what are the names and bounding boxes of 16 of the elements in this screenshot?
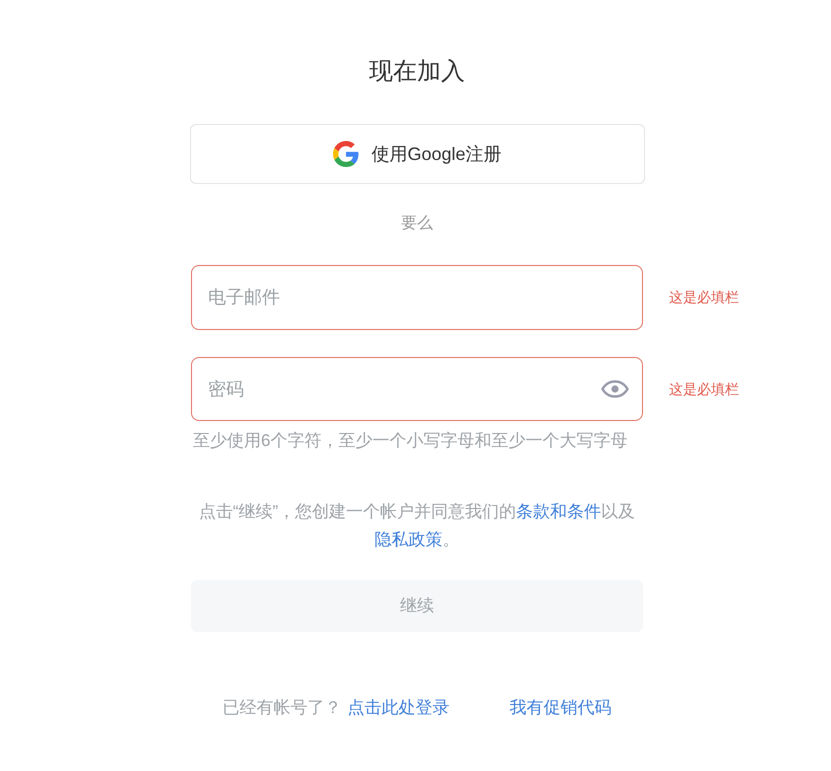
page-title: 现在加入 [368, 57, 466, 87]
error-message: 这是必填栏 [669, 380, 739, 398]
login-prompt: 已经有帐号了？ [222, 697, 342, 719]
terms-link[interactable]: 隐私政策 [374, 530, 442, 549]
promo-code-link[interactable]: 我有促销代码 [510, 696, 612, 720]
eye-icon[interactable] [601, 380, 629, 398]
login-link[interactable]: 点击此处登录 [348, 696, 450, 720]
error-message: 这是必填栏 [669, 288, 739, 307]
email-field[interactable]: 电子邮件 [191, 265, 643, 330]
divider-text: 要么 [400, 214, 434, 234]
terms-link[interactable]: 条款和条件 [516, 502, 602, 521]
password-field[interactable]: 密码 [191, 357, 643, 421]
g-logo-icon [333, 141, 360, 167]
google-signup-button[interactable]: 使用Google注册 [190, 124, 645, 184]
password-hint: 至少使用6个字符，至少一个小写字母和至少一个大写字母 [193, 430, 628, 452]
terms-text: 点击“继续”，您创建一个帐户并同意我们的条款和条件以及 隐私政策。 [198, 501, 636, 551]
